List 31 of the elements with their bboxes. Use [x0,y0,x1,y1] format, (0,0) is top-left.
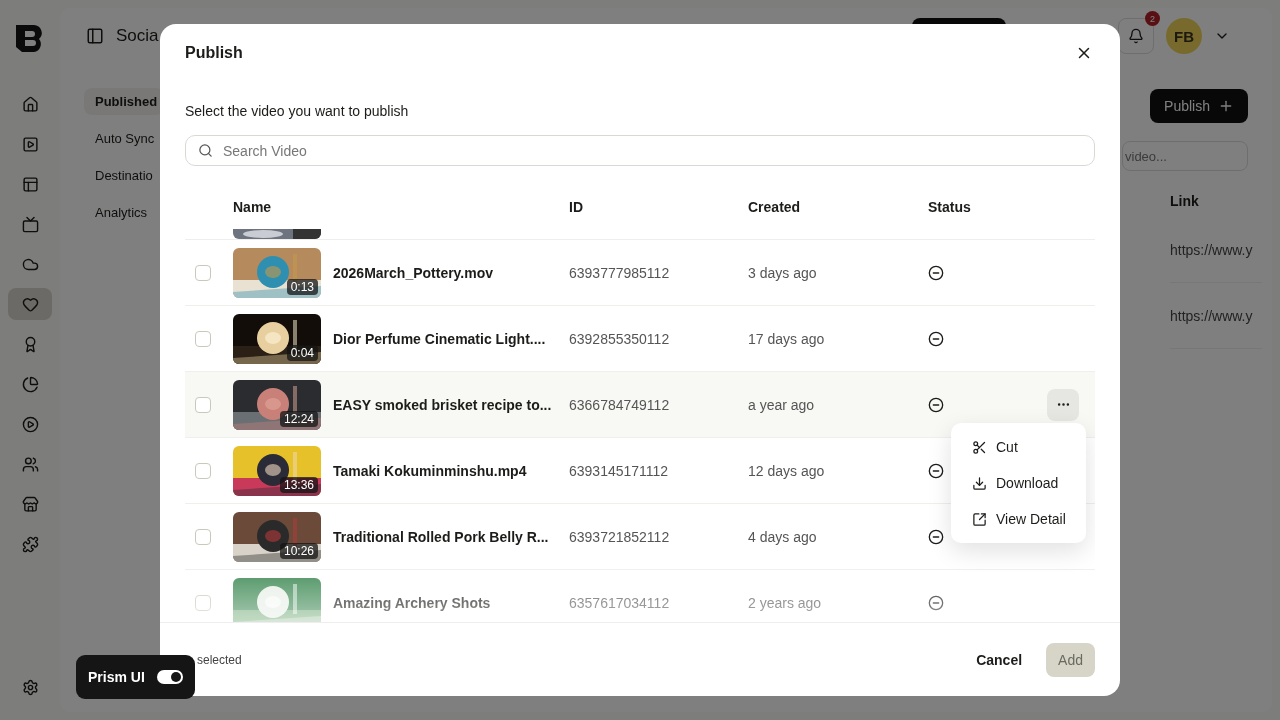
video-name: Tamaki Kokuminminshu.mp4 [333,462,528,479]
column-header: Created [748,199,802,215]
table-cell-text: 6357617034112 [569,594,671,611]
toggle-label: Prism UI [88,669,145,685]
table-cell-text: 6393721852112 [569,528,671,545]
video-name: Traditional Rolled Pork Belly R... [333,528,550,545]
table-cell-text: 6392855350112 [569,330,671,347]
page-title: Socia [116,26,159,46]
dialog-title: Publish [185,44,243,62]
table-cell: https://www.y [1170,217,1262,283]
column-header: Link [1170,193,1200,211]
table-cell-text: 6393145171112 [569,462,670,479]
selection-count: selected [197,652,242,667]
table-cell-text: 4 days ago [748,528,818,545]
video-name: EASY smoked brisket recipe to... [333,396,553,413]
column-header: Status [928,199,972,215]
column-header: Name [233,199,273,215]
dialog-subtitle: Select the video you want to publish [185,103,410,119]
table-cell-text: a year ago [748,396,816,413]
table-cell-text: 6393777985112 [569,264,671,281]
table-cell-text: 3 days ago [748,264,818,281]
table-cell: https://www.y [1170,283,1262,349]
table-cell-text: 2 years ago [748,594,823,611]
table-cell-text: 6366784749112 [569,396,671,413]
column-header: ID [569,199,584,215]
notification-badge: 2 [1145,11,1160,26]
table-cell-text: 12 days ago [748,462,826,479]
video-name: Dior Perfume Cinematic Light.... [333,330,547,347]
video-name: Amazing Archery Shots [333,594,492,611]
video-name: 2026March_Pottery.mov [333,264,495,281]
table-cell-text: 17 days ago [748,330,826,347]
